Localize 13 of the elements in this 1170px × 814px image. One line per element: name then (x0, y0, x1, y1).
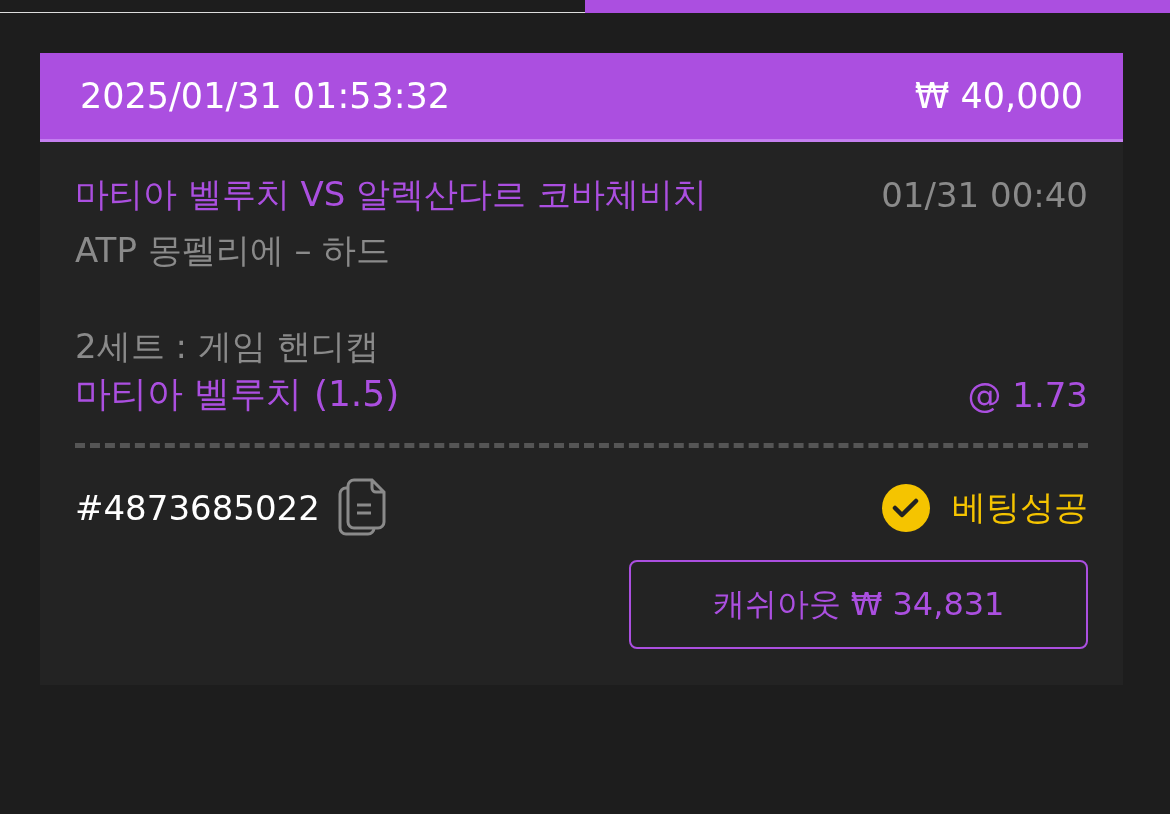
ticket-id: #4873685022 (75, 488, 320, 528)
match-title: 마티아 벨루치 VS 알렉산다르 코바체비치 (75, 173, 708, 216)
match-time: 01/31 00:40 (881, 175, 1088, 215)
copy-icon[interactable] (337, 478, 388, 538)
check-circle-icon (882, 484, 930, 532)
league-name: ATP 몽펠리에 – 하드 (75, 229, 392, 272)
bet-amount: ₩ 40,000 (914, 76, 1083, 116)
bet-status: 베팅성공 (952, 486, 1088, 529)
bet-datetime: 2025/01/31 01:53:32 (80, 76, 451, 116)
cashout-button[interactable]: 캐쉬아웃 ₩ 34,831 (629, 560, 1088, 649)
market-name: 2세트 : 게임 핸디캡 (75, 325, 380, 368)
pick-name: 마티아 벨루치 (1.5) (75, 372, 400, 416)
odds-value: @ 1.73 (967, 374, 1088, 415)
